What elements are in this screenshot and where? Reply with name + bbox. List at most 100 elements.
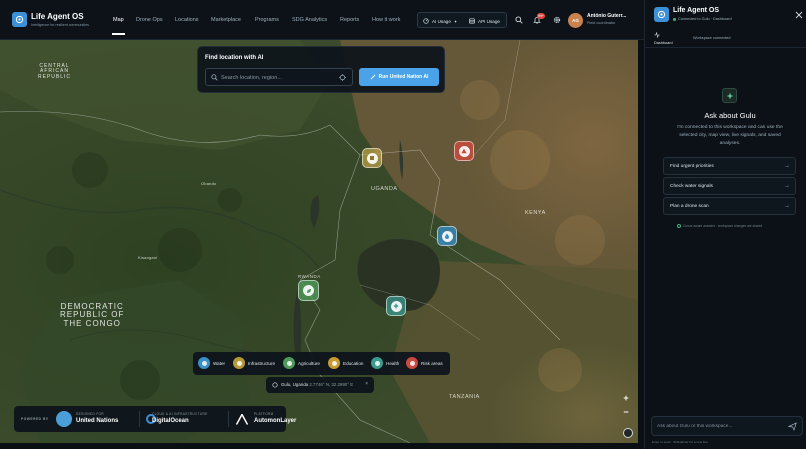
book-icon [328,357,340,369]
map-label-kisangani: Kisangani [138,255,158,260]
arrow-right-icon: → [784,163,790,169]
tab-dashboard[interactable]: Dashboard [654,41,673,45]
sparkle-icon [722,88,737,103]
powered-by-bar: POWERED BY DESIGNED FOR United Nations C… [14,406,296,432]
zoom-in-button[interactable]: + [619,391,633,405]
close-icon[interactable]: × [365,381,368,387]
marker-water[interactable] [437,226,457,246]
search-icon[interactable] [514,15,523,24]
sparkle-icon: ✦ [453,18,458,24]
divider [645,47,806,48]
marker-health[interactable] [386,296,406,316]
find-location-card: Find location with AI Run United Nation … [197,46,445,93]
activity-icon [654,32,660,38]
user-role: Field coordinator [587,21,616,25]
location-coordinates-pill: Gulu, Uganda 2.7746° N, 32.2990° E × [266,377,374,393]
nav-locations[interactable]: Locations [175,17,199,23]
compass-icon[interactable] [623,428,633,438]
nav-active-indicator [112,33,125,35]
marker-infrastructure[interactable] [362,148,382,168]
panel-status: Connected to Gulu · Dashboard [673,17,732,21]
arrow-right-icon: → [784,183,790,189]
gear-icon[interactable] [552,15,561,24]
legend-infrastructure[interactable]: Infrastructure [233,357,275,369]
legend-risk-areas[interactable]: Risk areas [406,357,443,369]
map-label-uganda: UGANDA [371,186,398,192]
wand-icon [370,74,376,80]
leaf-icon [283,357,295,369]
partner-digitalocean: CLOUD & AI INFRASTRUCTURE DigitalOcean [152,412,208,424]
map-label-obando: Obando [201,181,217,186]
panel-title: Life Agent OS [673,7,720,14]
zoom-out-button[interactable]: − [619,405,633,419]
find-location-title: Find location with AI [205,55,264,61]
panel-note: Cursor-aware answers · workspace changes… [677,224,762,228]
location-search-field[interactable] [205,68,353,86]
arrow-right-icon: → [784,203,790,209]
nav-how-it-work[interactable]: How it work [372,17,400,23]
un-logo-icon [56,411,72,427]
usage-group: AI Usage ✦ API Usage [417,12,507,28]
water-drop-icon [198,357,210,369]
action-find-urgent-priorities[interactable]: Find urgent priorities → [663,157,796,175]
user-name[interactable]: António Guterr... [587,13,626,19]
nav-map[interactable]: Map [113,17,124,23]
map-label-tanzania: TANZANIA [449,394,480,400]
close-panel-icon[interactable] [795,11,803,19]
database-icon [469,18,475,24]
brand-subtitle: Intelligence for resilient communities [31,23,89,27]
logo-icon [654,7,669,22]
gauge-icon [423,18,429,24]
ai-usage-label: AI Usage [432,18,451,24]
legend-agriculture[interactable]: Agriculture [283,357,320,369]
health-cross-icon [390,300,402,312]
avatar[interactable]: AG [568,13,583,28]
brand-title: Life Agent OS [31,12,84,21]
action-check-water-signals[interactable]: Check water signals → [663,177,796,195]
leaf-icon [303,285,314,296]
search-icon [211,74,218,81]
nav-reports[interactable]: Reports [340,17,359,23]
coordinates-text: Gulu, Uganda 2.7746° N, 32.2990° E [281,382,354,387]
divider [228,411,229,427]
input-hint: Enter to send · Shift+Enter for a new li… [652,440,708,444]
chat-input-field[interactable] [651,416,803,436]
action-plan-drone-scan[interactable]: Plan a drone scan → [663,197,796,215]
send-icon[interactable] [788,422,797,431]
nav-programs[interactable]: Programs [255,17,279,23]
map-label-kenya: KENYA [525,210,546,216]
alert-icon [406,357,418,369]
nav-drone-ops[interactable]: Drone Ops [136,17,163,23]
logo-icon [12,12,27,27]
run-button-label: Run United Nation AI [378,74,429,80]
construction-icon [366,152,378,164]
location-search-input[interactable] [221,72,336,83]
partner-united-nations: DESIGNED FOR United Nations [76,412,119,424]
map-label-rwanda: RWANDA [298,274,321,279]
partner-automonlayer: PLATFORM AutomonLayer [254,412,297,424]
alert-icon [458,145,470,157]
legend-water[interactable]: Water [198,357,225,369]
chat-input[interactable] [657,422,787,431]
marker-risk[interactable] [454,141,474,161]
nav-marketplace[interactable]: Marketplace [211,17,241,23]
marker-agriculture[interactable] [298,280,319,301]
ai-usage-button[interactable]: AI Usage ✦ [423,18,457,24]
assistant-panel: Life Agent OS Connected to Gulu · Dashbo… [644,0,806,449]
map-label-car: CENTRAL AFRICAN REPUBLIC [38,63,72,80]
api-usage-label: API Usage [478,18,500,24]
nav-sdg-analytics[interactable]: SDG Analytics [292,17,327,23]
divider [139,411,140,427]
notification-badge: 99+ [537,13,545,19]
legend-education[interactable]: Education [328,357,363,369]
run-united-nation-ai-button[interactable]: Run United Nation AI [359,68,439,86]
top-bar: Life Agent OS Intelligence for resilient… [0,0,644,40]
automonlayer-logo-icon [236,414,248,425]
crosshair-icon[interactable] [339,74,346,81]
legend-health[interactable]: Health [371,357,399,369]
check-circle-icon [677,224,681,228]
api-usage-button[interactable]: API Usage [469,18,500,24]
health-cross-icon [371,357,383,369]
construction-icon [233,357,245,369]
ask-description: I'm connected to this workspace and can … [677,125,783,147]
